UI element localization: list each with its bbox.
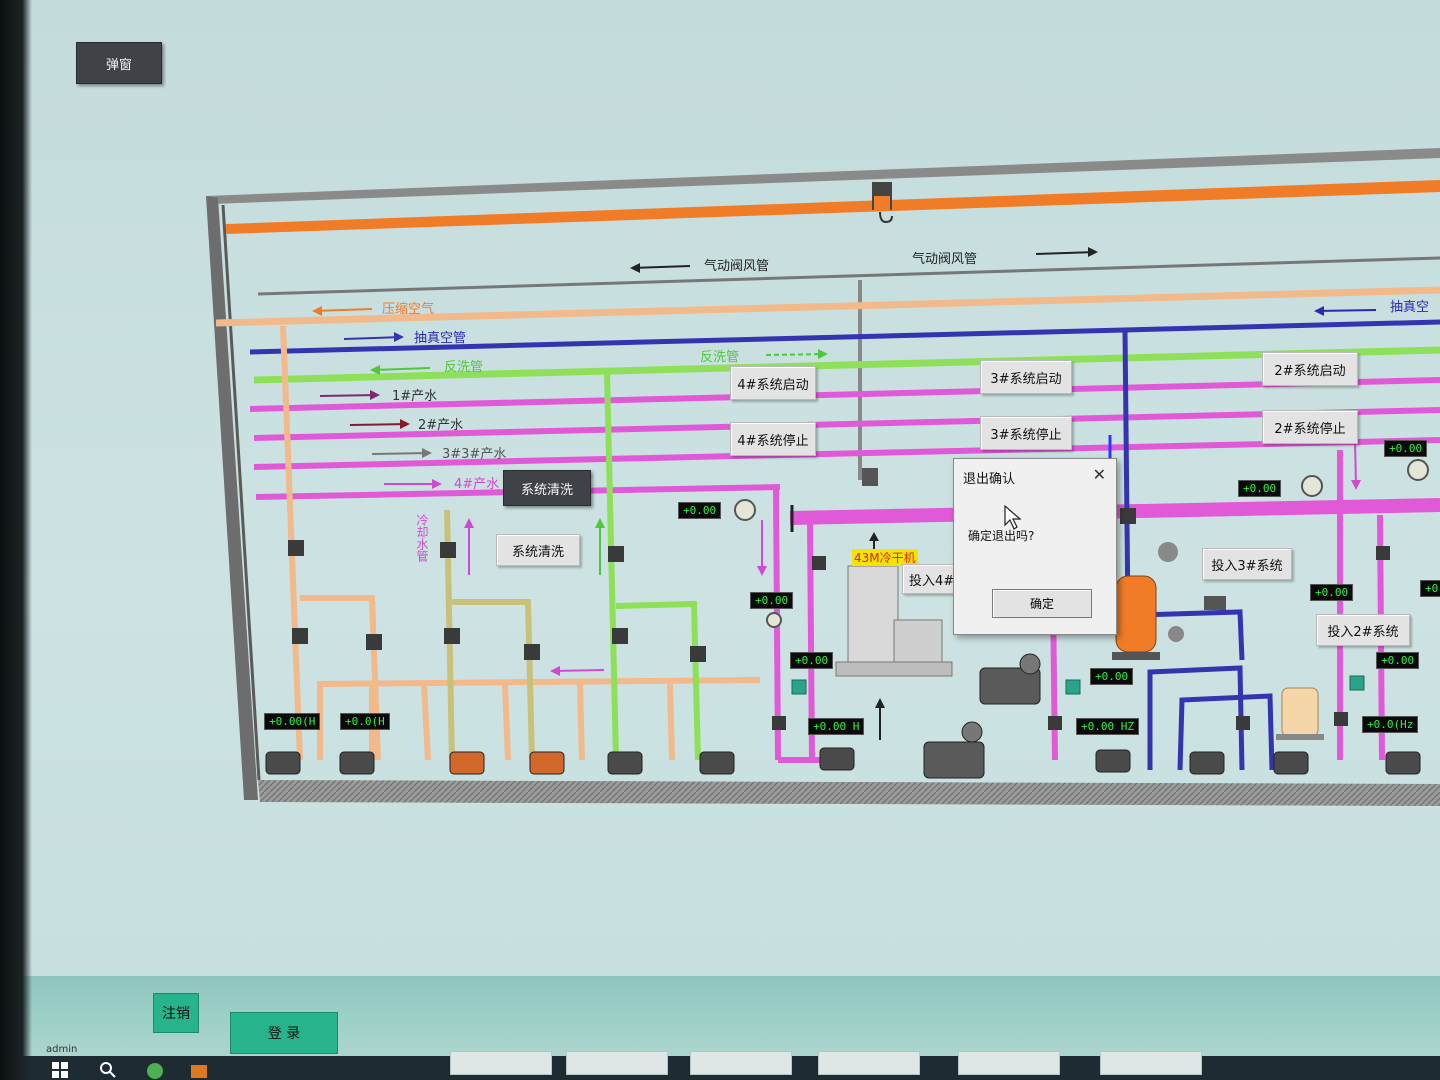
freq-display-2: +0.0(H: [340, 713, 390, 730]
sensor-boxes: [791, 675, 1365, 695]
feed-drop-3: [502, 683, 511, 761]
floor-hatch: [258, 780, 1440, 806]
compressed-air-label: 压缩空气: [382, 302, 435, 317]
dialog-title: 退出确认: [963, 472, 1016, 487]
product-water-2-label: 2#产水: [418, 418, 464, 433]
flow-display-8: +0.00: [1376, 652, 1420, 669]
browser-icon[interactable]: [146, 1062, 164, 1080]
engage-sys3-button[interactable]: 投入3#系统: [1202, 548, 1292, 580]
taskbar-tile[interactable]: [1100, 1051, 1202, 1075]
taskbar-tile[interactable]: [450, 1051, 552, 1075]
product-water-3-label: 3#3#产水: [442, 447, 507, 462]
login-button[interactable]: 登 录: [230, 1012, 338, 1054]
taskbar-tile[interactable]: [690, 1051, 792, 1075]
flow-display-5: +0.00: [1238, 480, 1282, 497]
feed-drop-4: [577, 683, 585, 761]
vacuum-label: 抽真空管: [414, 331, 467, 346]
frame-left-wall: [206, 196, 258, 800]
freq-display-1: +0.00(H: [264, 713, 321, 730]
engage-sys2-button[interactable]: 投入2#系统: [1316, 614, 1410, 646]
popup-button[interactable]: 弹窗: [76, 42, 162, 84]
process-diagram: [206, 148, 1440, 806]
product-water-1-label: 1#产水: [392, 389, 438, 404]
flow-display-4: +0.00: [1090, 668, 1134, 685]
freq-display-4: +0.00 HZ: [1076, 718, 1139, 735]
freq-display-3: +0.00 H: [808, 718, 865, 735]
hmi-screen: 气动阀风管 气动阀风管 压缩空气 抽真空管 抽真空 反洗管 反洗管 1#产水 2…: [0, 0, 1440, 1080]
sys3-start-button[interactable]: 3#系统启动: [980, 360, 1072, 394]
taskbar-tile[interactable]: [818, 1051, 920, 1075]
crane-rail: [226, 180, 1440, 234]
backwash-label: 反洗管: [444, 360, 484, 375]
storage-tank: [1276, 687, 1324, 740]
cooling-water-label: 冷却水管: [415, 514, 429, 562]
dialog-message: 确定退出吗?: [968, 529, 1035, 543]
vacuum-label-right: 抽真空: [1390, 300, 1430, 315]
feed-drop-2: [421, 683, 431, 761]
taskbar-tile[interactable]: [566, 1051, 668, 1075]
mouse-cursor-icon: [1004, 505, 1022, 530]
close-icon[interactable]: ✕: [1093, 465, 1106, 484]
sys4-stop-button[interactable]: 4#系统停止: [730, 422, 816, 456]
exit-confirm-dialog: 退出确认 ✕ 确定退出吗? 确定: [953, 458, 1117, 635]
sys3-stop-button[interactable]: 3#系统停止: [980, 416, 1072, 450]
sys2-start-button[interactable]: 2#系统启动: [1262, 352, 1358, 386]
crane-hook-icon: [872, 182, 893, 224]
flow-display-6: +0.00: [1384, 440, 1428, 457]
air-valve-duct: [257, 256, 1440, 296]
flow-display-2: +0.00: [750, 592, 794, 609]
windows-start-icon[interactable]: [52, 1062, 68, 1078]
freq-display-5: +0.0(Hz: [1362, 716, 1419, 733]
confirm-button[interactable]: 确定: [992, 589, 1092, 618]
feed-branch-1: [300, 595, 381, 761]
flow-display-9: +0: [1420, 580, 1440, 597]
monitor-bezel: [0, 0, 32, 1080]
feed-drop-5: [667, 683, 675, 761]
file-explorer-icon[interactable]: [190, 1062, 208, 1080]
flow-display-7: +0.00: [1310, 584, 1354, 601]
sys2-stop-button[interactable]: 2#系统停止: [1262, 410, 1358, 444]
flow-display-1: +0.00: [678, 502, 722, 519]
air-valve-duct-label-right: 气动阀风管: [912, 252, 978, 267]
air-valve-duct-label-left: 气动阀风管: [704, 259, 770, 274]
system-wash-button[interactable]: 系统清洗: [496, 534, 580, 566]
sys4-start-button[interactable]: 4#系统启动: [730, 366, 816, 400]
search-icon[interactable]: [100, 1062, 116, 1078]
taskbar-tile[interactable]: [958, 1051, 1060, 1075]
flow-display-3: +0.00: [790, 652, 834, 669]
backwash-label-right: 反洗管: [700, 350, 740, 365]
current-user: admin: [46, 1044, 78, 1055]
product-water-4-label: 4#产水: [454, 477, 500, 492]
system-wash-dark-button[interactable]: 系统清洗: [503, 470, 591, 506]
logout-button[interactable]: 注销: [153, 993, 199, 1033]
product-water-3-pipe: [253, 437, 1440, 470]
